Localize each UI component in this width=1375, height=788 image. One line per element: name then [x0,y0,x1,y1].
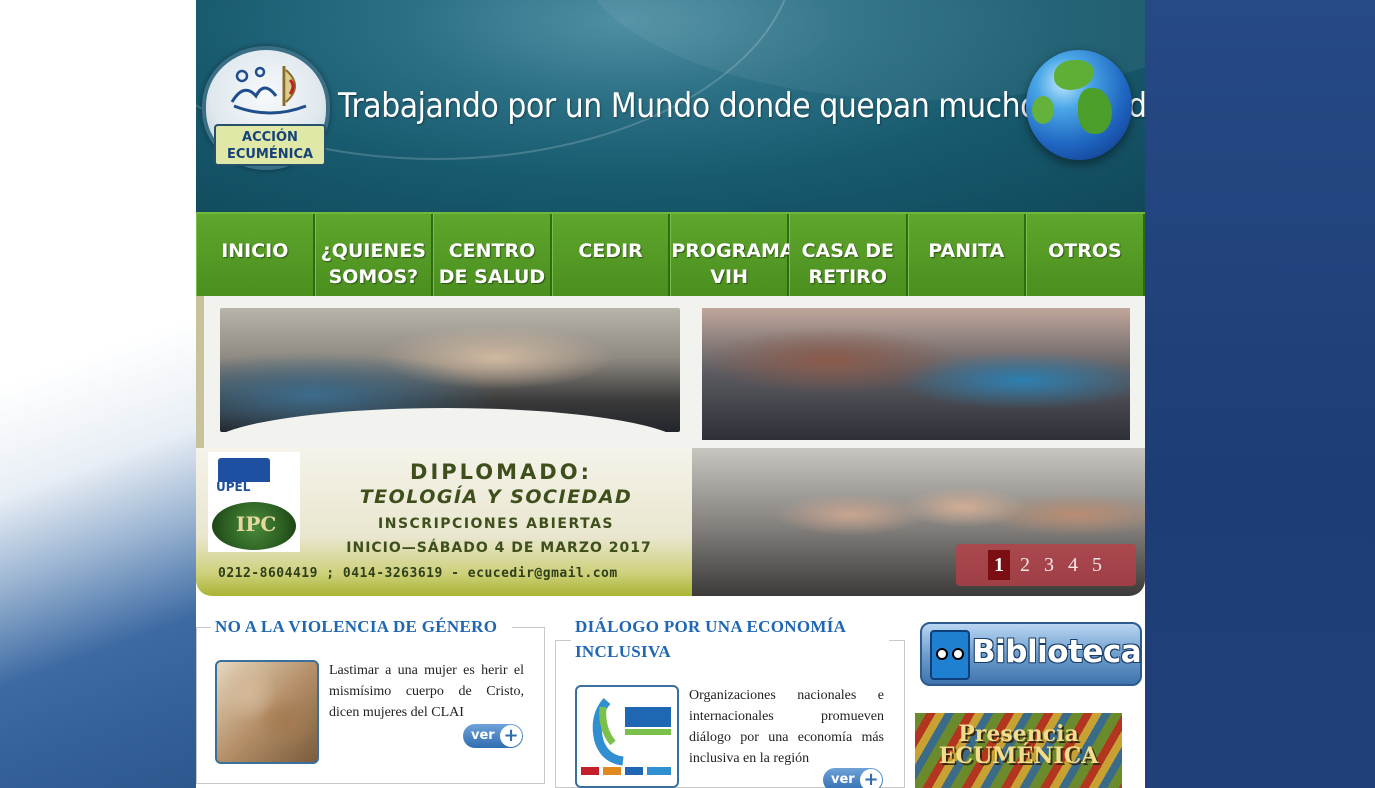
site-header: ACCIÓN ECUMÉNICA Trabajando por un Mundo… [196,0,1145,212]
nav-item-label-2: DE SALUD [438,266,546,288]
inicio-date-text: INICIO—SÁBADO 4 DE MARZO 2017 [346,540,652,556]
nav-item-quienes-somos[interactable]: ¿QUIENES SOMOS? [314,214,434,296]
arquitectura-financiera-logo [581,698,671,775]
nav-item-label: INICIO [221,240,289,262]
slide-photo-students [702,308,1130,440]
box-top-border [196,627,212,628]
nav-item-label: PANITA [928,240,1005,262]
nav-item-label: CASA DE [801,240,894,262]
slider-page-1[interactable]: 1 [988,550,1010,580]
news-text-economia: Organizaciones nacionales e internaciona… [689,688,884,766]
image-slider[interactable]: UPEL IPC DIPLOMADO: TEOLOGÍA Y SOCIEDAD … [196,296,1145,596]
news-title-economia-line2: INCLUSIVA [575,642,671,661]
slider-page-2[interactable]: 2 [1016,550,1034,580]
nav-item-label: OTROS [1048,240,1122,262]
upel-label: UPEL [216,480,251,494]
background-right [1145,0,1375,788]
slider-pagination: 1 2 3 4 5 [956,544,1136,586]
main-navigation: INICIO ¿QUIENES SOMOS? CENTRO DE SALUD C… [196,212,1145,296]
news-thumbnail-economia[interactable] [575,685,679,788]
nav-item-inicio[interactable]: INICIO [196,214,315,296]
nav-item-otros[interactable]: OTROS [1026,214,1145,296]
doves-boat-icon [230,66,307,115]
box-top-border [512,627,545,628]
news-title-economia[interactable]: DIÁLOGO POR UNA ECONOMÍA INCLUSIVA [571,614,889,664]
nav-item-centro-de-salud[interactable]: CENTRO DE SALUD [433,214,552,296]
content-area: NO A LA VIOLENCIA DE GÉNERO Lastimar a u… [196,596,1145,788]
news-text-violencia: Lastimar a una mujer es herir el mismísi… [329,663,524,720]
nav-item-casa-de-retiro[interactable]: CASA DE RETIRO [788,214,908,296]
ver-more-button-economia[interactable]: ver + [823,768,883,788]
slider-page-5[interactable]: 5 [1088,550,1106,580]
diplomado-title: DIPLOMADO: [410,460,592,484]
plus-icon: + [860,769,882,788]
nav-item-panita[interactable]: PANITA [907,214,1027,296]
background-swoosh-left [0,0,196,788]
book-mascot-icon [930,630,970,680]
logo-text-line2: ECUMÉNICA [226,147,314,162]
ver-label: ver [471,728,495,743]
slider-page-4[interactable]: 4 [1064,550,1082,580]
logo-wordmark: ACCIÓN ECUMÉNICA [214,124,326,166]
nav-item-cedir[interactable]: CEDIR [551,214,671,296]
site-tagline: Trabajando por un Mundo donde quepan muc… [338,86,1145,126]
contact-text: 0212-8604419 ; 0414-3263619 - ecucedir@g… [218,566,618,581]
inscripciones-text: INSCRIPCIONES ABIERTAS [378,516,614,532]
ver-label: ver [831,772,855,787]
biblioteca-button[interactable]: Biblioteca [920,622,1142,686]
nav-item-label: PROGRAMA [671,240,795,262]
diplomado-subtitle: TEOLOGÍA Y SOCIEDAD [359,486,633,508]
nav-item-label-2: SOMOS? [328,266,419,288]
nav-item-programa-vih[interactable]: PROGRAMA VIH [670,214,795,296]
ipc-label: IPC [236,512,277,536]
plus-icon: + [500,725,522,747]
box-top-border [555,640,571,641]
news-thumbnail-violencia[interactable] [215,660,319,764]
biblioteca-label: Biblioteca [972,634,1142,670]
sponsor-logos: UPEL IPC [208,452,300,552]
news-title-economia-line1: DIÁLOGO POR UNA ECONOMÍA [575,617,847,636]
nav-item-label-2: RETIRO [808,266,887,288]
presencia-ecumenica-banner[interactable]: Presencia ECUMÉNICA [915,713,1122,788]
page-container: ACCIÓN ECUMÉNICA Trabajando por un Mundo… [196,0,1145,788]
presencia-line2: ECUMÉNICA [938,743,1099,769]
globe-icon [1026,50,1132,160]
nav-item-label: CEDIR [578,240,643,262]
presencia-line1: Presencia [958,721,1079,747]
nav-item-label-2: VIH [710,266,749,288]
accion-ecumenica-logo[interactable]: ACCIÓN ECUMÉNICA [202,46,330,170]
diplomado-banner: UPEL IPC DIPLOMADO: TEOLOGÍA Y SOCIEDAD … [196,448,696,596]
logo-text-line1: ACCIÓN [242,130,298,145]
nav-item-label: CENTRO [448,240,536,262]
presencia-ecumenica-label: Presencia ECUMÉNICA [915,723,1122,767]
slider-page-3[interactable]: 3 [1040,550,1058,580]
news-title-violencia[interactable]: NO A LA VIOLENCIA DE GÉNERO [211,614,502,639]
ver-more-button-violencia[interactable]: ver + [463,724,523,748]
nav-item-label: ¿QUIENES [320,240,426,262]
